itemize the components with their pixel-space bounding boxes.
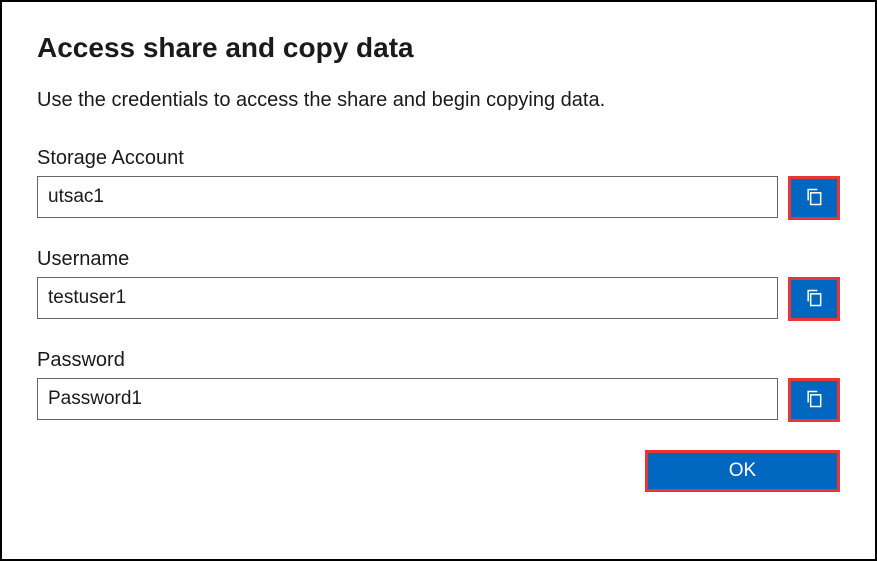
storage-account-label: Storage Account [37, 147, 840, 170]
storage-account-field-group: Storage Account [37, 147, 840, 220]
password-field-group: Password [37, 349, 840, 422]
copy-icon [804, 388, 824, 413]
copy-storage-account-button[interactable] [788, 176, 840, 220]
storage-account-row [37, 176, 840, 220]
copy-icon [804, 186, 824, 211]
password-input[interactable] [37, 378, 778, 420]
copy-password-button[interactable] [788, 378, 840, 422]
dialog-description: Use the credentials to access the share … [37, 89, 840, 112]
copy-icon [804, 287, 824, 312]
dialog-button-row: OK [37, 450, 840, 492]
username-field-group: Username [37, 248, 840, 321]
ok-button-label: OK [729, 460, 756, 482]
storage-account-input[interactable] [37, 176, 778, 218]
copy-username-button[interactable] [788, 277, 840, 321]
access-share-dialog: Access share and copy data Use the crede… [0, 0, 877, 561]
dialog-title: Access share and copy data [37, 32, 840, 64]
password-row [37, 378, 840, 422]
username-input[interactable] [37, 277, 778, 319]
username-row [37, 277, 840, 321]
ok-button[interactable]: OK [645, 450, 840, 492]
password-label: Password [37, 349, 840, 372]
username-label: Username [37, 248, 840, 271]
